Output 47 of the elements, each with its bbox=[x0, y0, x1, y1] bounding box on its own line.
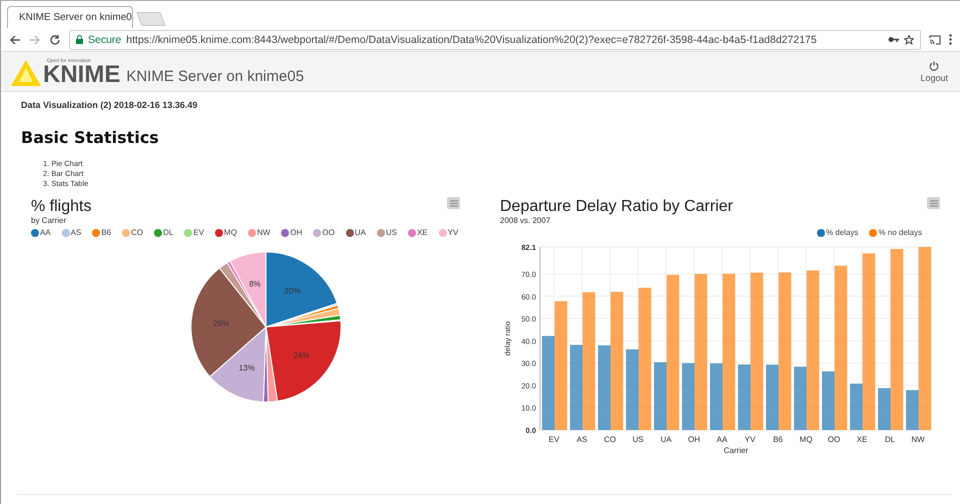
legend-label: UA bbox=[354, 228, 366, 237]
chart-title: Departure Delay Ratio by Carrier bbox=[500, 197, 733, 216]
section-heading: Basic Statistics bbox=[21, 128, 160, 147]
x-tick-label: UA bbox=[660, 435, 672, 444]
slice-label: 24% bbox=[292, 350, 309, 360]
x-tick-label: AS bbox=[576, 435, 588, 444]
legend-label: B6 bbox=[101, 228, 112, 237]
x-tick-label: OH bbox=[688, 435, 700, 444]
x-tick-label: DL bbox=[884, 435, 896, 444]
run-title: Data Visualization (2) 2018-02-16 13.36.49 bbox=[21, 100, 198, 110]
x-tick-label: US bbox=[632, 435, 644, 444]
legend-label: XE bbox=[416, 228, 428, 237]
legend-label: CO bbox=[131, 228, 144, 237]
slice-label: 8% bbox=[248, 279, 260, 288]
chart-title: % flights bbox=[31, 197, 92, 216]
x-tick-label: CO bbox=[604, 435, 616, 444]
x-tick-label: B6 bbox=[773, 435, 783, 444]
secure-label: Secure bbox=[88, 34, 122, 46]
chart-subtitle: by Carrier bbox=[31, 216, 68, 225]
x-tick-label: MQ bbox=[800, 435, 812, 444]
legend-label: AS bbox=[70, 228, 82, 237]
legend-label: OH bbox=[290, 228, 302, 237]
x-tick-label: XE bbox=[856, 435, 868, 444]
legend-label: % delays bbox=[826, 228, 858, 237]
legend-label: US bbox=[386, 228, 397, 237]
x-tick-label: OO bbox=[828, 435, 840, 444]
legend-label: NW bbox=[256, 228, 270, 237]
header-title: KNIME Server on knime05 bbox=[126, 68, 305, 85]
legend-label: MQ bbox=[224, 228, 237, 237]
legend-label: YV bbox=[448, 228, 458, 237]
url-text: https://knime05.knime.com:8443/webportal/#/Demo/DataVisualization/Data%20Visualization%20(2)?exec=e782726f-3598-44ac-b4a5-f1ad8d272175 bbox=[126, 34, 818, 46]
slice-label: 13% bbox=[238, 364, 254, 373]
slice-label: 20% bbox=[284, 286, 300, 296]
x-tick-label: YV bbox=[744, 435, 756, 444]
tab-title: KNIME Server on knime0 bbox=[19, 12, 132, 23]
legend-label: EV bbox=[193, 228, 204, 237]
slice-label: 26% bbox=[212, 319, 229, 328]
x-axis-title: Carrier bbox=[724, 446, 748, 455]
x-tick-label: AA bbox=[716, 435, 728, 444]
logo-text: KNIME bbox=[43, 64, 120, 86]
x-tick-label: NW bbox=[911, 435, 925, 444]
legend-label: AA bbox=[40, 228, 51, 237]
legend-label: OO bbox=[322, 228, 335, 237]
x-tick-label: EV bbox=[548, 435, 560, 444]
legend-label: DL bbox=[163, 228, 174, 237]
legend-label: % no delays bbox=[878, 228, 922, 237]
chart-subtitle: 2008 vs. 2007 bbox=[500, 216, 552, 225]
